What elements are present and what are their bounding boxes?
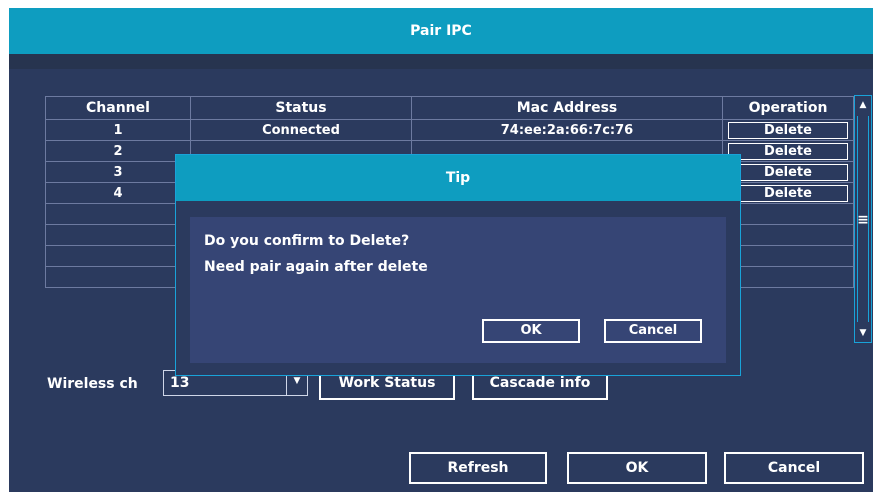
table-header-row: Channel Status Mac Address Operation <box>45 96 854 120</box>
channel-cell: 3 <box>45 161 191 183</box>
title-stripe <box>9 54 873 69</box>
delete-button[interactable]: Delete <box>728 184 848 202</box>
status-cell: Connected <box>190 119 412 141</box>
column-header-status: Status <box>190 96 412 120</box>
window-title: Pair IPC <box>9 8 873 54</box>
delete-button[interactable]: Delete <box>728 142 848 160</box>
dialog-message-note: Need pair again after delete <box>204 259 428 275</box>
operation-cell: Delete <box>722 140 854 162</box>
ok-button[interactable]: OK <box>567 452 707 484</box>
dialog-title: Tip <box>176 155 740 201</box>
column-header-operation: Operation <box>722 96 854 120</box>
wireless-channel-value: 13 <box>170 375 190 391</box>
column-header-channel: Channel <box>45 96 191 120</box>
dialog-cancel-button[interactable]: Cancel <box>604 319 702 343</box>
delete-button[interactable]: Delete <box>728 163 848 181</box>
arrow-down-icon[interactable]: ▼ <box>857 326 869 340</box>
tip-dialog: Tip Do you confirm to Delete? Need pair … <box>175 154 741 376</box>
pair-ipc-window: Pair IPC Channel Status Mac Address Oper… <box>9 8 873 492</box>
cancel-button[interactable]: Cancel <box>724 452 864 484</box>
dialog-message-confirm: Do you confirm to Delete? <box>204 233 410 249</box>
dialog-ok-button[interactable]: OK <box>482 319 580 343</box>
scrollbar-track[interactable]: ≡ <box>857 116 869 322</box>
dialog-body: Do you confirm to Delete? Need pair agai… <box>190 217 726 363</box>
operation-cell: Delete <box>722 182 854 204</box>
operation-cell: Delete <box>722 161 854 183</box>
channel-cell: 4 <box>45 182 191 204</box>
grip-icon[interactable]: ≡ <box>857 213 869 229</box>
delete-button[interactable]: Delete <box>728 121 848 139</box>
column-header-mac-address: Mac Address <box>411 96 723 120</box>
refresh-button[interactable]: Refresh <box>409 452 547 484</box>
channel-cell: 1 <box>45 119 191 141</box>
channel-cell: 2 <box>45 140 191 162</box>
mac-cell: 74:ee:2a:66:7c:76 <box>411 119 723 141</box>
operation-cell: Delete <box>722 119 854 141</box>
table-row[interactable]: 1 Connected 74:ee:2a:66:7c:76 Delete <box>45 119 854 141</box>
arrow-up-icon[interactable]: ▲ <box>857 98 869 112</box>
table-scrollbar[interactable]: ▲ ≡ ▼ <box>854 95 872 343</box>
wireless-channel-label: Wireless ch <box>47 376 138 392</box>
